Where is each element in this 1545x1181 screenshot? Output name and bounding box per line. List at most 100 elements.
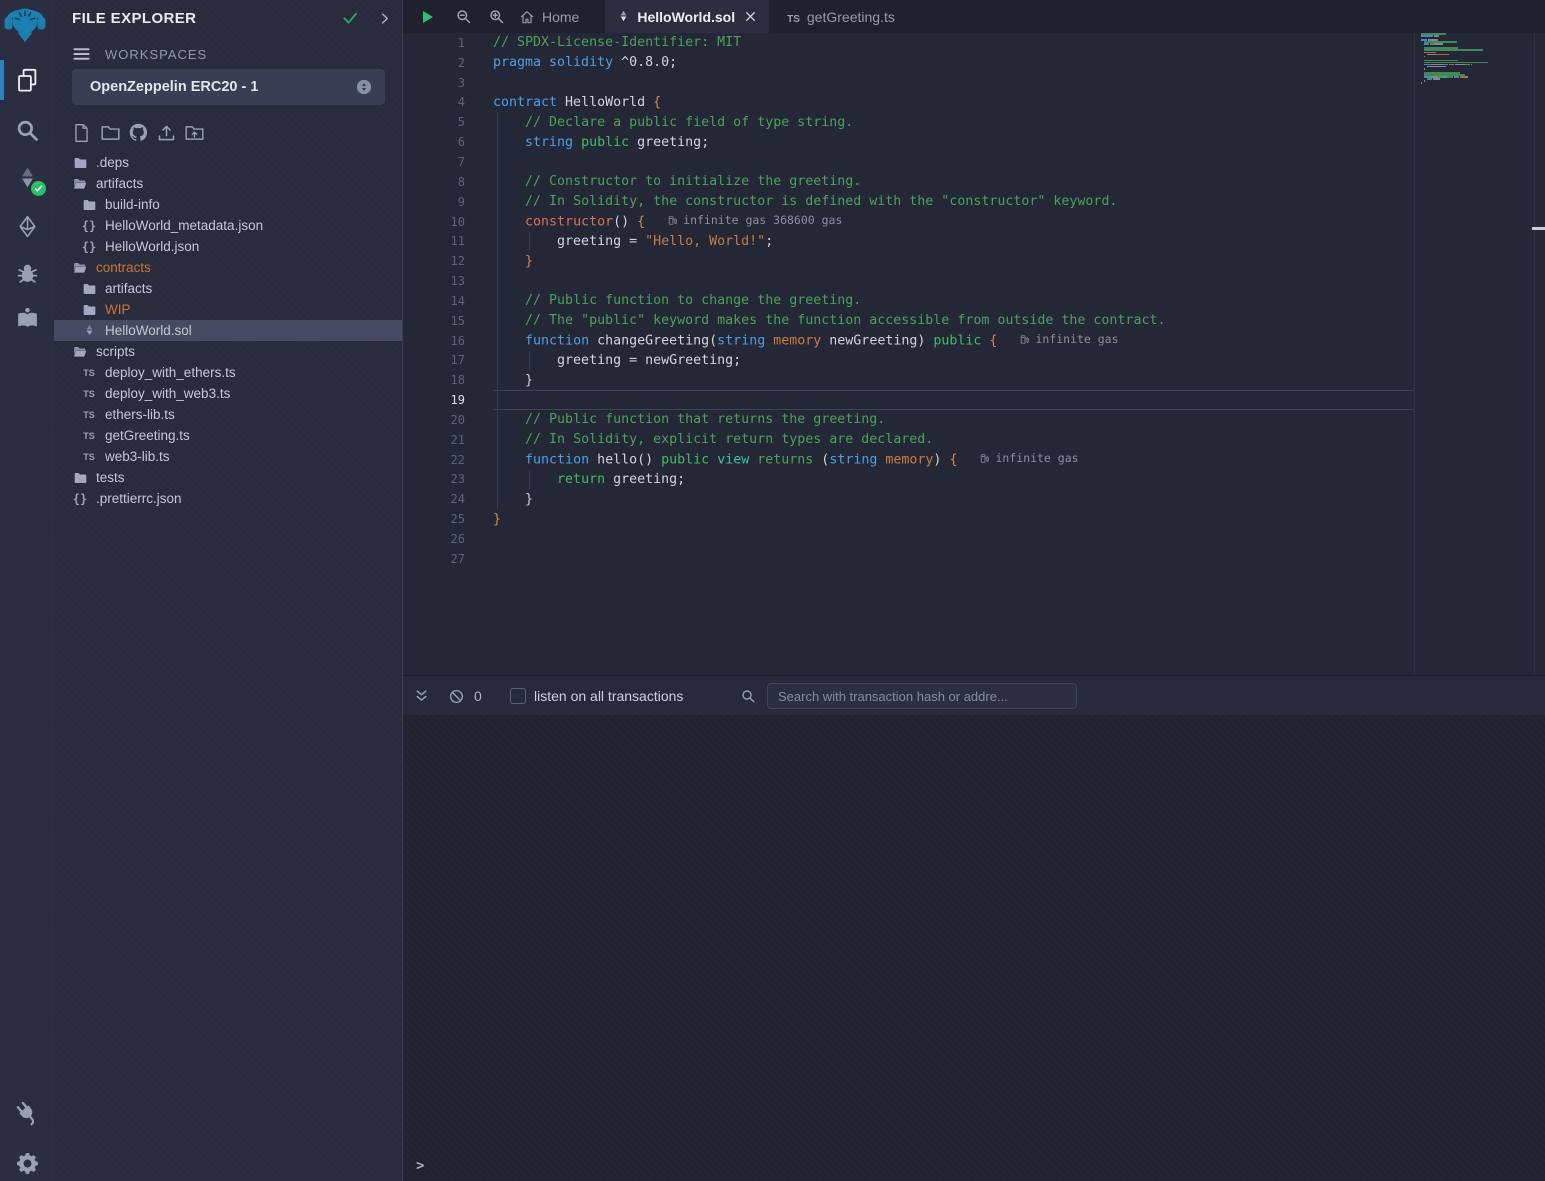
tree-item-label: web3-lib.ts: [105, 449, 170, 464]
tree-item-.prettierrc.json[interactable]: {}.prettierrc.json: [54, 488, 402, 509]
tree-item-scripts[interactable]: scripts: [54, 341, 402, 362]
tree-item-deploy_with_web3.ts[interactable]: TSdeploy_with_web3.ts: [54, 383, 402, 404]
settings-icon[interactable]: [0, 1141, 54, 1181]
code-editor[interactable]: 1// SPDX-License-Identifier: MIT2pragma …: [403, 33, 1545, 675]
line-number: 24: [403, 492, 465, 506]
tab-label: HelloWorld.sol: [637, 9, 735, 25]
tree-item-artifacts[interactable]: artifacts: [54, 173, 402, 194]
search-icon[interactable]: [0, 108, 54, 152]
minimap[interactable]: [1421, 33, 1503, 153]
code-token: }: [525, 492, 533, 507]
minimap-line: [1455, 64, 1465, 66]
tree-item-HelloWorld_metadata.json[interactable]: {}HelloWorld_metadata.json: [54, 215, 402, 236]
tree-item-contracts[interactable]: contracts: [54, 257, 402, 278]
code-token: [493, 453, 525, 468]
tab-Home[interactable]: Home: [505, 0, 593, 33]
code-token: public: [933, 334, 981, 349]
workspace-select[interactable]: OpenZeppelin ERC20 - 1: [72, 69, 385, 105]
code-line-26: 26: [403, 529, 1545, 549]
plugin-manager-icon[interactable]: [0, 1091, 54, 1135]
remix-ide-app: FILE EXPLORER WORKSPACES OpenZeppelin ER…: [0, 0, 1545, 1181]
tree-item-label: ethers-lib.ts: [105, 407, 175, 422]
code-token: {: [949, 453, 957, 468]
line-number: 22: [403, 453, 465, 467]
code-token: ): [933, 453, 949, 468]
tab-getGreeting.ts[interactable]: TSgetGreeting.ts: [773, 0, 909, 33]
code-line-7: 7: [403, 152, 1545, 172]
tab-HelloWorld.sol[interactable]: HelloWorld.sol: [605, 0, 769, 33]
debugger-icon[interactable]: [0, 250, 54, 294]
code-text: // Public function that returns the gree…: [493, 412, 885, 427]
code-line-18: 18 }: [403, 370, 1545, 390]
tree-item-label: artifacts: [96, 176, 143, 191]
file-explorer-icon[interactable]: [0, 58, 54, 102]
new-folder-icon[interactable]: [100, 122, 119, 144]
upload-folder-icon[interactable]: [184, 122, 203, 144]
code-token: [493, 373, 525, 388]
panel-title: FILE EXPLORER: [72, 10, 341, 27]
scrollbar-handle[interactable]: [1532, 227, 1545, 230]
gas-estimate-text: infinite gas: [995, 451, 1078, 465]
activity-bar: [0, 0, 54, 1181]
play-icon[interactable]: [415, 0, 439, 33]
github-icon[interactable]: [128, 122, 147, 144]
tree-item-build-info[interactable]: build-info: [54, 194, 402, 215]
new-file-icon[interactable]: [72, 122, 91, 144]
tree-item-getGreeting.ts[interactable]: TSgetGreeting.ts: [54, 425, 402, 446]
code-token: greeting;: [605, 472, 685, 487]
tree-item-tests[interactable]: tests: [54, 467, 402, 488]
tree-item-WIP[interactable]: WIP: [54, 299, 402, 320]
ts-icon: TS: [81, 431, 97, 441]
minimap-line: [1427, 78, 1432, 80]
remix-logo[interactable]: [3, 2, 51, 50]
minimap-line: [1471, 64, 1472, 66]
line-number: 4: [403, 95, 465, 109]
tree-item-HelloWorld.json[interactable]: {}HelloWorld.json: [54, 236, 402, 257]
code-line-23: 23 return greeting;: [403, 470, 1545, 490]
code-line-6: 6 string public greeting;: [403, 132, 1545, 152]
listen-all-checkbox[interactable]: [510, 688, 526, 704]
chevron-right-icon[interactable]: [377, 11, 392, 26]
code-token: ^0.8.0;: [613, 55, 677, 70]
ts-icon: TS: [81, 389, 97, 399]
code-token: greeting;: [629, 135, 709, 150]
upload-file-icon[interactable]: [156, 122, 175, 144]
minimap-line: [1421, 82, 1422, 84]
close-icon[interactable]: [744, 10, 757, 23]
tree-item-artifacts[interactable]: artifacts: [54, 278, 402, 299]
code-text: return greeting;: [493, 472, 685, 487]
tree-item-deploy_with_ethers.ts[interactable]: TSdeploy_with_ethers.ts: [54, 362, 402, 383]
terminal-panel: 0 listen on all transactions >: [403, 675, 1545, 1181]
line-number: 8: [403, 175, 465, 189]
tree-item-ethers-lib.ts[interactable]: TSethers-lib.ts: [54, 404, 402, 425]
folder-icon: [72, 156, 88, 170]
tree-item-web3-lib.ts[interactable]: TSweb3-lib.ts: [54, 446, 402, 467]
learneth-icon[interactable]: [0, 296, 54, 340]
line-number: 6: [403, 135, 465, 149]
code-line-2: 2pragma solidity ^0.8.0;: [403, 53, 1545, 73]
zoom-out-icon[interactable]: [451, 0, 475, 33]
line-number: 19: [403, 393, 465, 407]
workspaces-menu-icon[interactable]: [72, 46, 91, 62]
tree-item-.deps[interactable]: .deps: [54, 152, 402, 173]
expand-terminal-icon[interactable]: [413, 676, 430, 716]
deploy-run-icon[interactable]: [0, 204, 54, 248]
tree-item-HelloWorld.sol[interactable]: HelloWorld.sol: [54, 320, 402, 341]
code-token: // Constructor to initialize the greetin…: [525, 174, 861, 189]
code-token: return: [557, 472, 605, 487]
code-token: changeGreeting(: [589, 334, 717, 349]
code-text: // SPDX-License-Identifier: MIT: [493, 35, 741, 50]
code-text: // The "public" keyword makes the functi…: [493, 313, 1165, 328]
clear-console-icon[interactable]: [448, 676, 465, 716]
code-token: (): [613, 215, 637, 230]
gas-estimate-text: infinite gas 368600 gas: [683, 213, 842, 227]
code-token: [493, 313, 525, 328]
code-token: [493, 293, 525, 308]
tree-item-label: WIP: [105, 302, 131, 317]
code-token: [493, 472, 557, 487]
minimap-line: [1465, 64, 1470, 66]
code-text: // In Solidity, the constructor is defin…: [493, 194, 1117, 209]
transaction-search-input[interactable]: [767, 683, 1077, 709]
tree-item-label: build-info: [105, 197, 160, 212]
solidity-compiler-icon[interactable]: [0, 156, 54, 200]
